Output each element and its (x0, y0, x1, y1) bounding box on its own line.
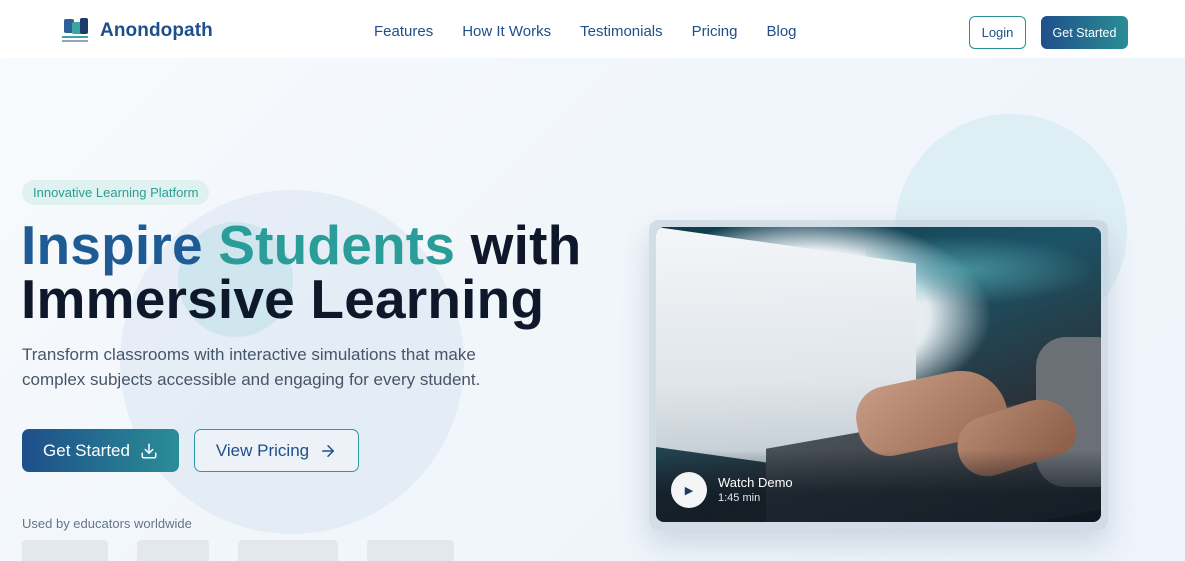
hero-headline: Inspire Students with Immersive Learning (21, 218, 641, 327)
hero-subtext: Transform classrooms with interactive si… (22, 345, 481, 389)
nav-link-blog[interactable]: Blog (767, 23, 797, 40)
play-icon[interactable]: ▶ (671, 472, 707, 508)
download-icon (141, 443, 157, 458)
hero-tag-badge: Innovative Learning Platform (22, 180, 210, 205)
video-duration: 1:45 min (718, 492, 761, 504)
nav-get-started-button[interactable]: Get Started (1041, 16, 1128, 49)
login-button[interactable]: Login (969, 16, 1026, 49)
brand[interactable]: Anondopath (60, 17, 213, 45)
partner-logo-placeholder (137, 540, 209, 561)
top-navbar: Anondopath Features How It Works Testimo… (0, 0, 1185, 58)
nav-link-features[interactable]: Features (374, 23, 433, 40)
nav-link-pricing[interactable]: Pricing (692, 23, 738, 40)
headline-line-2: Immersive Learning (21, 268, 545, 330)
partner-logo-placeholder (367, 540, 454, 561)
main-menu: Features How It Works Testimonials Prici… (374, 23, 826, 40)
arrow-right-icon (322, 444, 335, 457)
hero-get-started-label: Get Started (43, 440, 130, 460)
partner-logo-placeholder (238, 540, 338, 561)
nav-link-testimonials[interactable]: Testimonials (580, 23, 663, 40)
view-pricing-button[interactable]: View Pricing (194, 429, 359, 472)
hero-get-started-button[interactable]: Get Started (22, 429, 179, 472)
used-by-caption: Used by educators worldwide (22, 516, 192, 531)
video-title: Watch Demo (718, 475, 793, 490)
brand-name: Anondopath (100, 20, 213, 41)
headline-word-with: with (470, 214, 582, 276)
headline-word-inspire: Inspire (21, 214, 203, 276)
brand-logo-icon (60, 17, 90, 45)
nav-link-how-it-works[interactable]: How It Works (462, 23, 551, 40)
view-pricing-label: View Pricing (215, 440, 310, 460)
partner-logo-placeholder (22, 540, 108, 561)
headline-word-students: Students (218, 214, 456, 276)
